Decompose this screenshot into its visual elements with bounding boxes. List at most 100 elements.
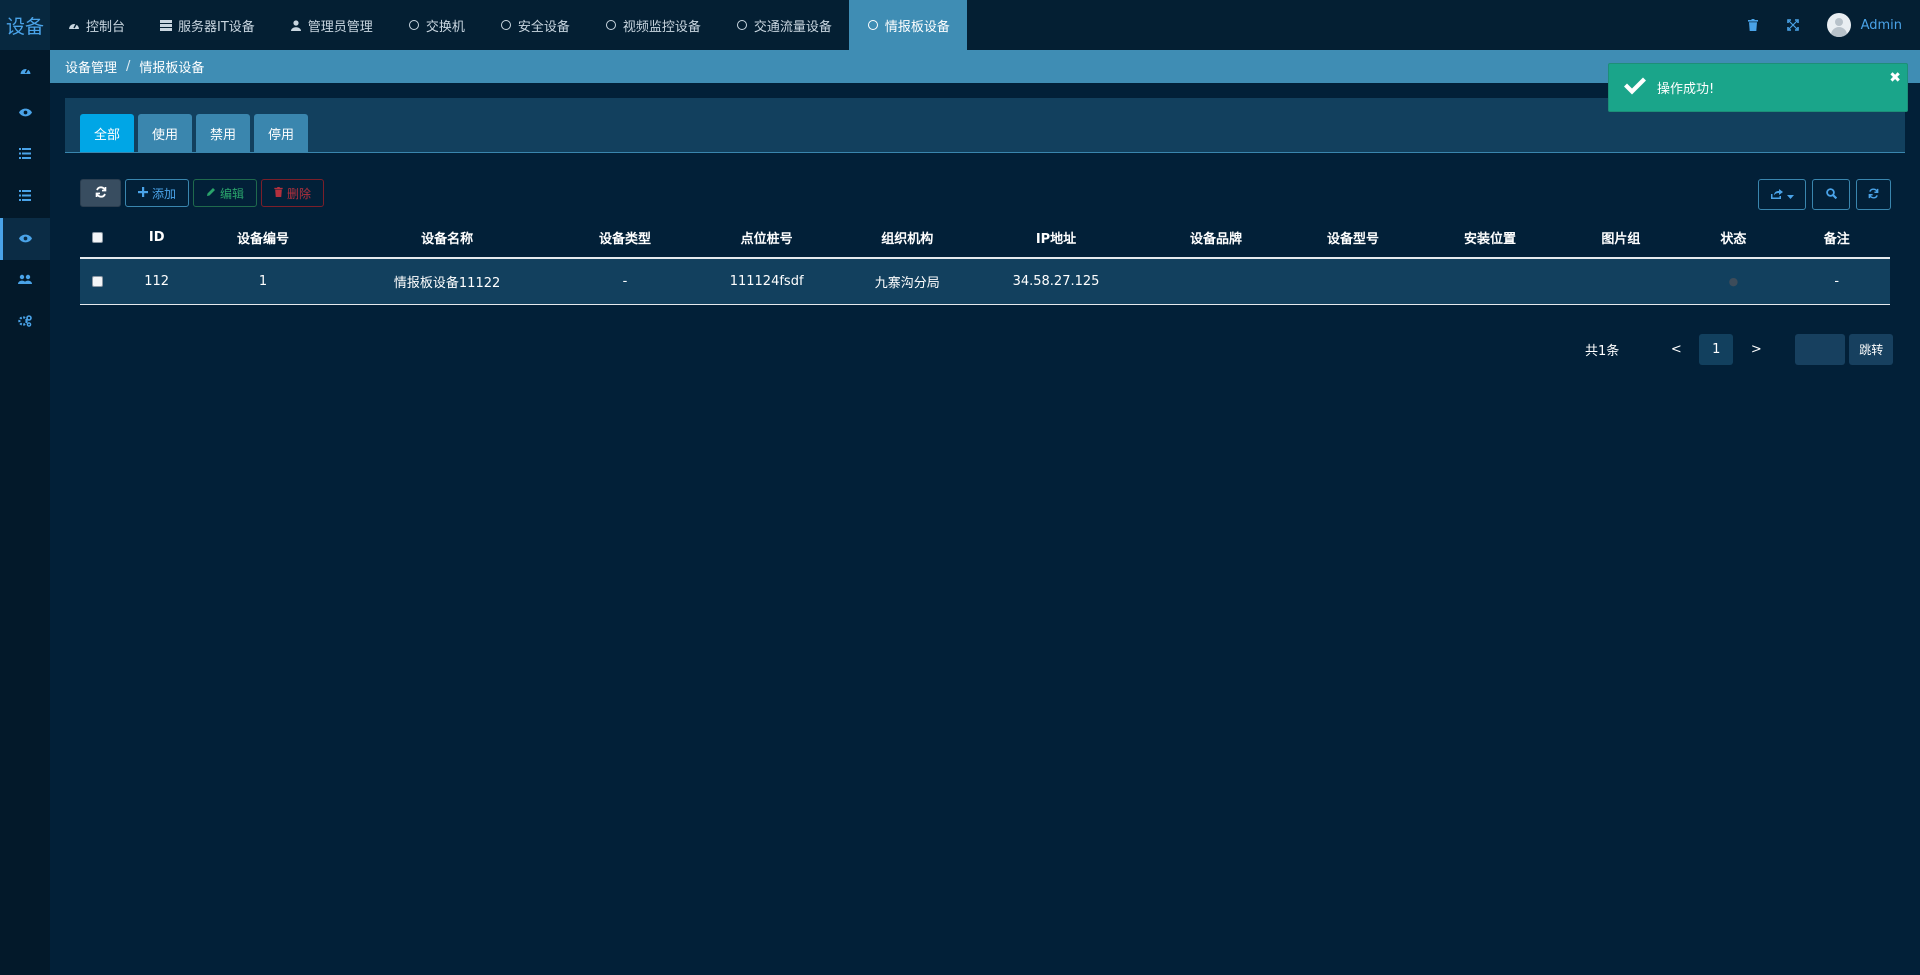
sidebar-item-settings[interactable] (0, 302, 50, 344)
page-button-current[interactable]: 1 (1699, 334, 1734, 365)
delete-label: 删除 (287, 186, 312, 201)
toast-message: 操作成功! (1657, 82, 1715, 97)
column-header[interactable]: 设备编号 (198, 218, 328, 259)
column-header[interactable]: 图片组 (1558, 218, 1684, 259)
circle-icon (604, 18, 618, 32)
close-icon[interactable]: ✖ (1889, 70, 1901, 86)
cell-pile: 111124fsdf (683, 258, 850, 305)
user-menu[interactable]: Admin (1826, 13, 1902, 37)
column-header[interactable]: 点位桩号 (683, 218, 850, 259)
status-dot-icon: ● (1728, 274, 1739, 288)
tab-stopped[interactable]: 停用 (254, 114, 309, 153)
user-icon (289, 18, 303, 32)
fullscreen-icon[interactable] (1773, 0, 1813, 50)
nav-tab-switch[interactable]: 交换机 (390, 0, 482, 50)
page-jump-button[interactable]: 跳转 (1849, 334, 1894, 365)
cell-org: 九寨沟分局 (849, 258, 965, 305)
column-header[interactable]: ID (114, 218, 199, 259)
nav-tab-security[interactable]: 安全设备 (482, 0, 587, 50)
plus-icon (138, 186, 148, 200)
top-navbar: 设备 控制台 服务器IT设备 管理员管理 交换机 安全设备 视频监控设备 交通流… (0, 0, 1920, 50)
select-all-checkbox[interactable] (91, 232, 103, 243)
delete-button[interactable]: 删除 (261, 179, 325, 207)
sidebar-item-view[interactable] (0, 92, 50, 134)
cell-remark: - (1783, 258, 1890, 305)
refresh-icon (1868, 187, 1879, 203)
add-button[interactable]: 添加 (125, 179, 190, 207)
cell-brand (1147, 258, 1285, 305)
prev-page-button[interactable]: < (1659, 334, 1693, 365)
nav-tab-admin[interactable]: 管理员管理 (272, 0, 390, 50)
cell-model (1284, 258, 1422, 305)
column-header[interactable]: 设备类型 (566, 218, 684, 259)
page-jump-input[interactable] (1795, 334, 1846, 365)
column-header[interactable]: 设备型号 (1284, 218, 1422, 259)
nav-tab-info-board[interactable]: 情报板设备 (848, 0, 967, 50)
sidebar-item-dashboard[interactable] (0, 50, 50, 92)
sidebar-item-users[interactable] (0, 260, 50, 302)
sidebar (0, 50, 50, 975)
toolbar: 添加 编辑 删除 (80, 179, 325, 207)
row-select-cell (80, 258, 115, 305)
refresh-button[interactable] (80, 179, 121, 207)
trash-icon[interactable] (1733, 0, 1773, 50)
nav-tab-label: 交通流量设备 (753, 19, 832, 35)
dashboard-icon (19, 63, 32, 79)
pagination: 共1条 < 1 > 跳转 (1585, 334, 1894, 365)
brand-logo[interactable]: 设备 (0, 0, 50, 50)
column-header[interactable]: 状态 (1683, 218, 1784, 259)
user-name: Admin (1860, 17, 1902, 33)
divider (65, 152, 1905, 153)
cell-code: 1 (198, 258, 328, 305)
nav-tab-video[interactable]: 视频监控设备 (587, 0, 718, 50)
reload-button[interactable] (1856, 179, 1891, 210)
sidebar-item-list-2[interactable] (0, 176, 50, 218)
checkmark-icon (1623, 77, 1647, 99)
column-header[interactable]: 设备品牌 (1147, 218, 1285, 259)
column-header[interactable]: 安装位置 (1421, 218, 1559, 259)
cell-name: 情报板设备11122 (327, 258, 567, 305)
column-header[interactable]: IP地址 (964, 218, 1148, 259)
cell-status: ● (1683, 258, 1784, 305)
edit-label: 编辑 (220, 186, 245, 201)
table-row[interactable]: 112 1 情报板设备11122 - 111124fsdf 九寨沟分局 34.5… (80, 258, 1890, 305)
nav-tab-label: 管理员管理 (307, 19, 373, 35)
pagination-total: 共1条 (1585, 344, 1620, 359)
breadcrumb-parent[interactable]: 设备管理 (65, 57, 117, 76)
edit-button[interactable]: 编辑 (193, 179, 258, 207)
tab-all[interactable]: 全部 (80, 114, 135, 153)
status-tabs: 全部 使用 禁用 停用 (80, 114, 309, 153)
next-page-button[interactable]: > (1739, 334, 1773, 365)
add-label: 添加 (152, 186, 177, 201)
row-checkbox[interactable] (91, 275, 103, 287)
select-all-cell (80, 218, 115, 259)
column-header[interactable]: 备注 (1783, 218, 1890, 259)
cell-images (1558, 258, 1684, 305)
list-icon (19, 189, 31, 205)
eye-icon (18, 105, 32, 121)
column-header[interactable]: 设备名称 (327, 218, 567, 259)
top-right-tools: Admin (1733, 0, 1920, 50)
export-button[interactable] (1758, 179, 1806, 210)
cogs-icon (18, 315, 32, 331)
column-header[interactable]: 组织机构 (849, 218, 965, 259)
success-toast: 操作成功! ✖ (1608, 63, 1908, 112)
tab-disabled[interactable]: 禁用 (196, 114, 251, 153)
nav-tab-label: 交换机 (425, 19, 465, 35)
sidebar-item-list-1[interactable] (0, 134, 50, 176)
nav-tab-server[interactable]: 服务器IT设备 (142, 0, 272, 50)
cell-type: - (566, 258, 684, 305)
nav-tab-dashboard[interactable]: 控制台 (50, 0, 142, 50)
breadcrumb-separator: / (126, 59, 131, 74)
tab-in-use[interactable]: 使用 (138, 114, 193, 153)
cell-ip: 34.58.27.125 (964, 258, 1148, 305)
nav-tab-label: 情报板设备 (884, 19, 950, 35)
cell-id: 112 (114, 258, 199, 305)
search-button[interactable] (1812, 179, 1850, 210)
device-table: ID 设备编号 设备名称 设备类型 点位桩号 组织机构 IP地址 设备品牌 设备… (80, 218, 1890, 305)
sidebar-item-devices[interactable] (0, 218, 50, 260)
table-tools (1758, 179, 1891, 210)
circle-icon (499, 18, 513, 32)
search-icon (1825, 187, 1837, 203)
nav-tab-traffic[interactable]: 交通流量设备 (718, 0, 849, 50)
